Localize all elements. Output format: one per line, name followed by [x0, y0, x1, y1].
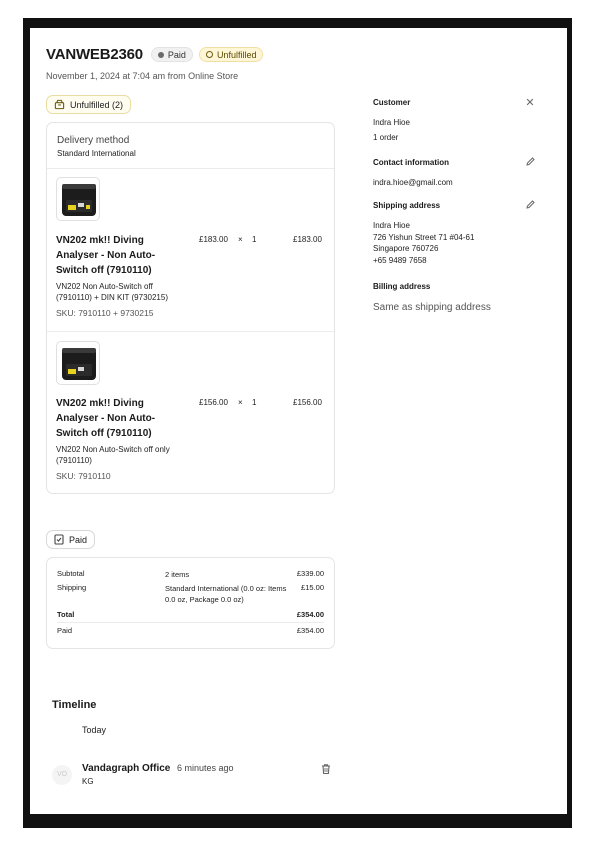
customer-email[interactable]: indra.hioe@gmail.com	[373, 177, 453, 189]
summary-amount: £354.00	[296, 610, 324, 619]
divider	[57, 622, 324, 623]
delivery-method: Delivery method Standard International	[57, 135, 136, 158]
line-item-qty-sign: ×	[238, 235, 243, 244]
ring-icon	[205, 51, 213, 58]
package-icon	[54, 99, 65, 110]
customer-order-count[interactable]: 1 order	[373, 132, 398, 144]
shipping-address-line: Indra Hioe	[373, 221, 410, 230]
fulfillment-status-label: Unfulfilled	[216, 49, 257, 60]
paid-section-pill[interactable]: Paid	[46, 530, 96, 549]
receipt-check-icon	[54, 534, 64, 545]
summary-amount: £339.00	[296, 569, 324, 578]
summary-label: Total	[57, 610, 75, 619]
payment-status-badge: Paid	[150, 47, 193, 62]
timeline-date-group: Today	[82, 725, 107, 735]
order-header: VANWEB2360 Paid Unfulfilled	[46, 46, 264, 63]
contact-heading: Contact information	[373, 158, 449, 167]
unfulfilled-section-pill[interactable]: Unfulfilled (2)	[46, 95, 132, 114]
timeline-title: Timeline	[52, 699, 97, 711]
line-item-description: VN202 Non Auto-Switch off only (7910110)	[56, 445, 170, 465]
customer-heading: Customer	[373, 98, 411, 107]
delivery-method-value: Standard International	[57, 149, 136, 158]
dot-icon	[157, 51, 164, 58]
line-item-name[interactable]: VN202 mk!! Diving Analyser - Non Auto-Sw…	[56, 233, 166, 278]
line-item-total: £183.00	[293, 235, 322, 244]
divider	[47, 331, 334, 332]
fulfillment-status-badge: Unfulfilled	[198, 47, 264, 62]
line-item-description: VN202 Non Auto-Switch off (7910110) + DI…	[56, 282, 168, 302]
summary-label: Paid	[57, 626, 73, 635]
line-item-qty-sign: ×	[238, 398, 243, 407]
unfulfilled-pill-label: Unfulfilled (2)	[70, 99, 124, 110]
shipping-address-line: 726 Yishun Street 71 #04-61	[373, 232, 475, 242]
timeline-event-text: KG	[82, 777, 94, 786]
summary-label: Shipping	[57, 583, 87, 592]
shipping-address-line: Singapore 760726	[373, 244, 439, 253]
edit-shipping-icon[interactable]	[524, 199, 536, 211]
line-item-price: £183.00	[199, 235, 228, 244]
summary-amount: £354.00	[296, 626, 324, 635]
line-item-total: £156.00	[293, 398, 322, 407]
billing-address-heading: Billing address	[373, 282, 431, 291]
line-item-price: £156.00	[199, 398, 228, 407]
line-item-qty: 1	[252, 398, 257, 407]
line-item-qty: 1	[252, 235, 257, 244]
line-item-name[interactable]: VN202 mk!! Diving Analyser - Non Auto-Sw…	[56, 396, 166, 441]
summary-detail: 2 items	[165, 570, 190, 579]
summary-detail: Standard International (0.0 oz: Items 0.…	[165, 584, 287, 604]
payment-status-label: Paid	[167, 49, 186, 60]
summary-label: Subtotal	[57, 569, 85, 578]
shipping-address-line: +65 9489 7658	[373, 255, 427, 265]
billing-address-value: Same as shipping address	[373, 302, 491, 313]
fulfillment-card: Delivery method Standard International V…	[46, 122, 335, 494]
timeline-event-time: 6 minutes ago	[177, 763, 234, 773]
payment-summary-card: Subtotal 2 items £339.00 Shipping Standa…	[46, 557, 335, 649]
delivery-method-title: Delivery method	[57, 135, 130, 146]
close-icon[interactable]: ✕	[524, 97, 536, 109]
summary-amount: £15.00	[301, 583, 324, 592]
avatar: VO	[52, 765, 72, 785]
edit-contact-icon[interactable]	[524, 156, 536, 168]
order-page: VANWEB2360 Paid Unfulfilled November 1, …	[30, 28, 567, 814]
line-item-sku: SKU: 7910110 + 9730215	[56, 308, 154, 318]
divider	[47, 168, 334, 169]
timeline-event-author: Vandagraph Office	[82, 763, 171, 774]
product-case-icon[interactable]	[56, 341, 100, 385]
customer-name[interactable]: Indra Hioe	[373, 117, 410, 129]
trash-icon[interactable]	[320, 762, 332, 775]
shipping-address-heading: Shipping address	[373, 201, 441, 210]
order-id: VANWEB2360	[46, 46, 143, 63]
line-item-sku: SKU: 7910110	[56, 471, 111, 481]
product-case-icon[interactable]	[56, 177, 100, 221]
order-subtitle: November 1, 2024 at 7:04 am from Online …	[46, 71, 239, 81]
paid-pill-label: Paid	[69, 534, 88, 545]
